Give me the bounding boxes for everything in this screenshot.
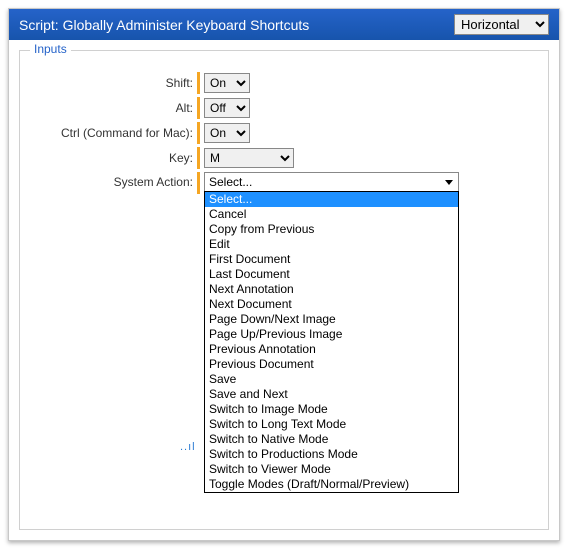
label-key: Key: <box>32 151 197 165</box>
orientation-select[interactable]: Horizontal <box>454 14 549 35</box>
accent-bar <box>197 147 200 169</box>
action-option[interactable]: Toggle Modes (Draft/Normal/Preview) <box>205 477 458 492</box>
accent-bar <box>197 97 200 119</box>
panel-body: Inputs Shift: On Alt: Off Ctrl (Command … <box>9 40 559 540</box>
ctrl-select[interactable]: On <box>204 123 250 143</box>
label-ctrl: Ctrl (Command for Mac): <box>32 126 197 140</box>
action-option[interactable]: Save and Next <box>205 387 458 402</box>
alt-select[interactable]: Off <box>204 98 250 118</box>
action-option[interactable]: Copy from Previous <box>205 222 458 237</box>
system-action-dropdown[interactable]: Select...CancelCopy from PreviousEditFir… <box>204 191 459 493</box>
action-option[interactable]: Save <box>205 372 458 387</box>
action-option[interactable]: Cancel <box>205 207 458 222</box>
action-option[interactable]: Previous Annotation <box>205 342 458 357</box>
label-shift: Shift: <box>32 76 197 90</box>
action-option[interactable]: Select... <box>205 192 458 207</box>
row-shift: Shift: On <box>32 72 536 94</box>
action-option[interactable]: Next Document <box>205 297 458 312</box>
action-option[interactable]: Previous Document <box>205 357 458 372</box>
system-action-select[interactable]: Select... <box>204 172 459 192</box>
action-option[interactable]: Switch to Image Mode <box>205 402 458 417</box>
resize-grip-icon: ..ıl <box>180 441 196 453</box>
row-key: Key: M <box>32 147 536 169</box>
action-option[interactable]: Next Annotation <box>205 282 458 297</box>
action-option[interactable]: Switch to Native Mode <box>205 432 458 447</box>
script-panel: Script: Globally Administer Keyboard Sho… <box>8 8 560 541</box>
accent-bar <box>197 72 200 94</box>
action-option[interactable]: Page Up/Previous Image <box>205 327 458 342</box>
accent-bar <box>197 172 200 194</box>
row-ctrl: Ctrl (Command for Mac): On <box>32 122 536 144</box>
action-option[interactable]: Page Down/Next Image <box>205 312 458 327</box>
label-alt: Alt: <box>32 101 197 115</box>
action-option[interactable]: Switch to Long Text Mode <box>205 417 458 432</box>
action-option[interactable]: Last Document <box>205 267 458 282</box>
panel-header: Script: Globally Administer Keyboard Sho… <box>9 9 559 40</box>
system-action-value: Select... <box>209 175 252 189</box>
action-option[interactable]: First Document <box>205 252 458 267</box>
action-option[interactable]: Edit <box>205 237 458 252</box>
row-alt: Alt: Off <box>32 97 536 119</box>
inputs-section: Inputs Shift: On Alt: Off Ctrl (Command … <box>19 50 549 530</box>
shift-select[interactable]: On <box>204 73 250 93</box>
panel-title: Script: Globally Administer Keyboard Sho… <box>19 17 309 33</box>
key-select[interactable]: M <box>204 148 294 168</box>
section-label: Inputs <box>30 42 71 56</box>
accent-bar <box>197 122 200 144</box>
action-option[interactable]: Switch to Viewer Mode <box>205 462 458 477</box>
label-action: System Action: <box>32 172 197 189</box>
row-action: System Action: Select... Select...Cancel… <box>32 172 536 194</box>
action-option[interactable]: Switch to Productions Mode <box>205 447 458 462</box>
